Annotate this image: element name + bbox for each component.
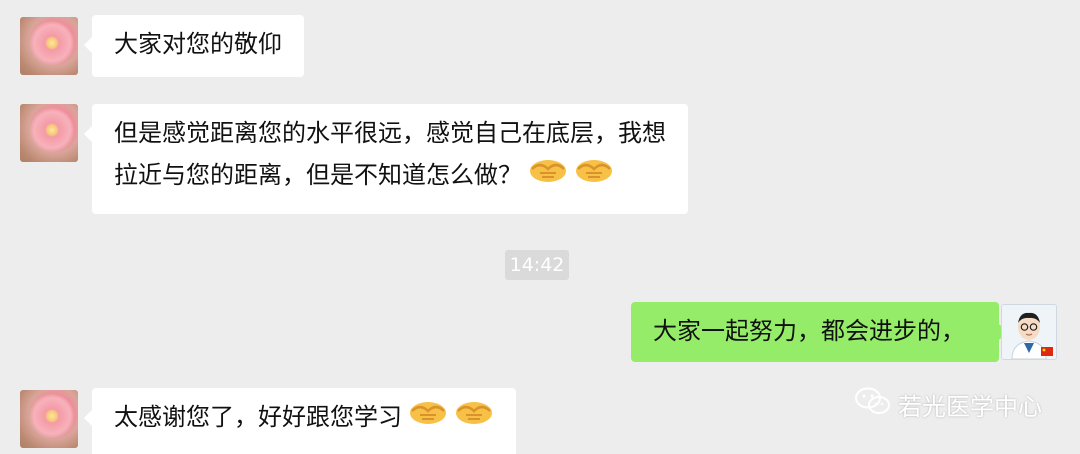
message-text: 大家对您的敬仰 bbox=[114, 30, 282, 58]
contact-avatar[interactable] bbox=[20, 390, 78, 448]
handshake-icon bbox=[408, 397, 448, 440]
message-text: 大家一起努力，都会进步的， bbox=[653, 317, 965, 345]
watermark: 若光医学中心 bbox=[854, 386, 1042, 422]
message-bubble-self[interactable]: 大家一起努力，都会进步的， bbox=[631, 302, 1007, 362]
handshake-icon bbox=[574, 155, 614, 198]
timestamp: 14:42 bbox=[505, 250, 569, 280]
message-text-line: 太感谢您了，好好跟您学习 bbox=[114, 396, 494, 440]
message-text: 太感谢您了，好好跟您学习 bbox=[114, 403, 402, 431]
self-avatar[interactable] bbox=[1001, 304, 1057, 360]
handshake-icon bbox=[454, 397, 494, 440]
watermark-text: 若光医学中心 bbox=[898, 392, 1042, 421]
message-bubble[interactable]: 大家对您的敬仰 bbox=[84, 15, 304, 77]
contact-avatar[interactable] bbox=[20, 17, 78, 75]
wechat-logo-icon bbox=[854, 386, 892, 422]
contact-avatar[interactable] bbox=[20, 104, 78, 162]
message-text: 但是感觉距离您的水平很远，感觉自己在底层，我想 bbox=[114, 119, 666, 147]
message-bubble[interactable]: 太感谢您了，好好跟您学习 bbox=[84, 388, 516, 454]
message-text: 拉近与您的距离，但是不知道怎么做？ bbox=[114, 161, 522, 189]
message-text-line: 拉近与您的距离，但是不知道怎么做？ bbox=[114, 154, 666, 198]
message-bubble[interactable]: 但是感觉距离您的水平很远，感觉自己在底层，我想 拉近与您的距离，但是不知道怎么做… bbox=[84, 104, 688, 214]
handshake-icon bbox=[528, 155, 568, 198]
